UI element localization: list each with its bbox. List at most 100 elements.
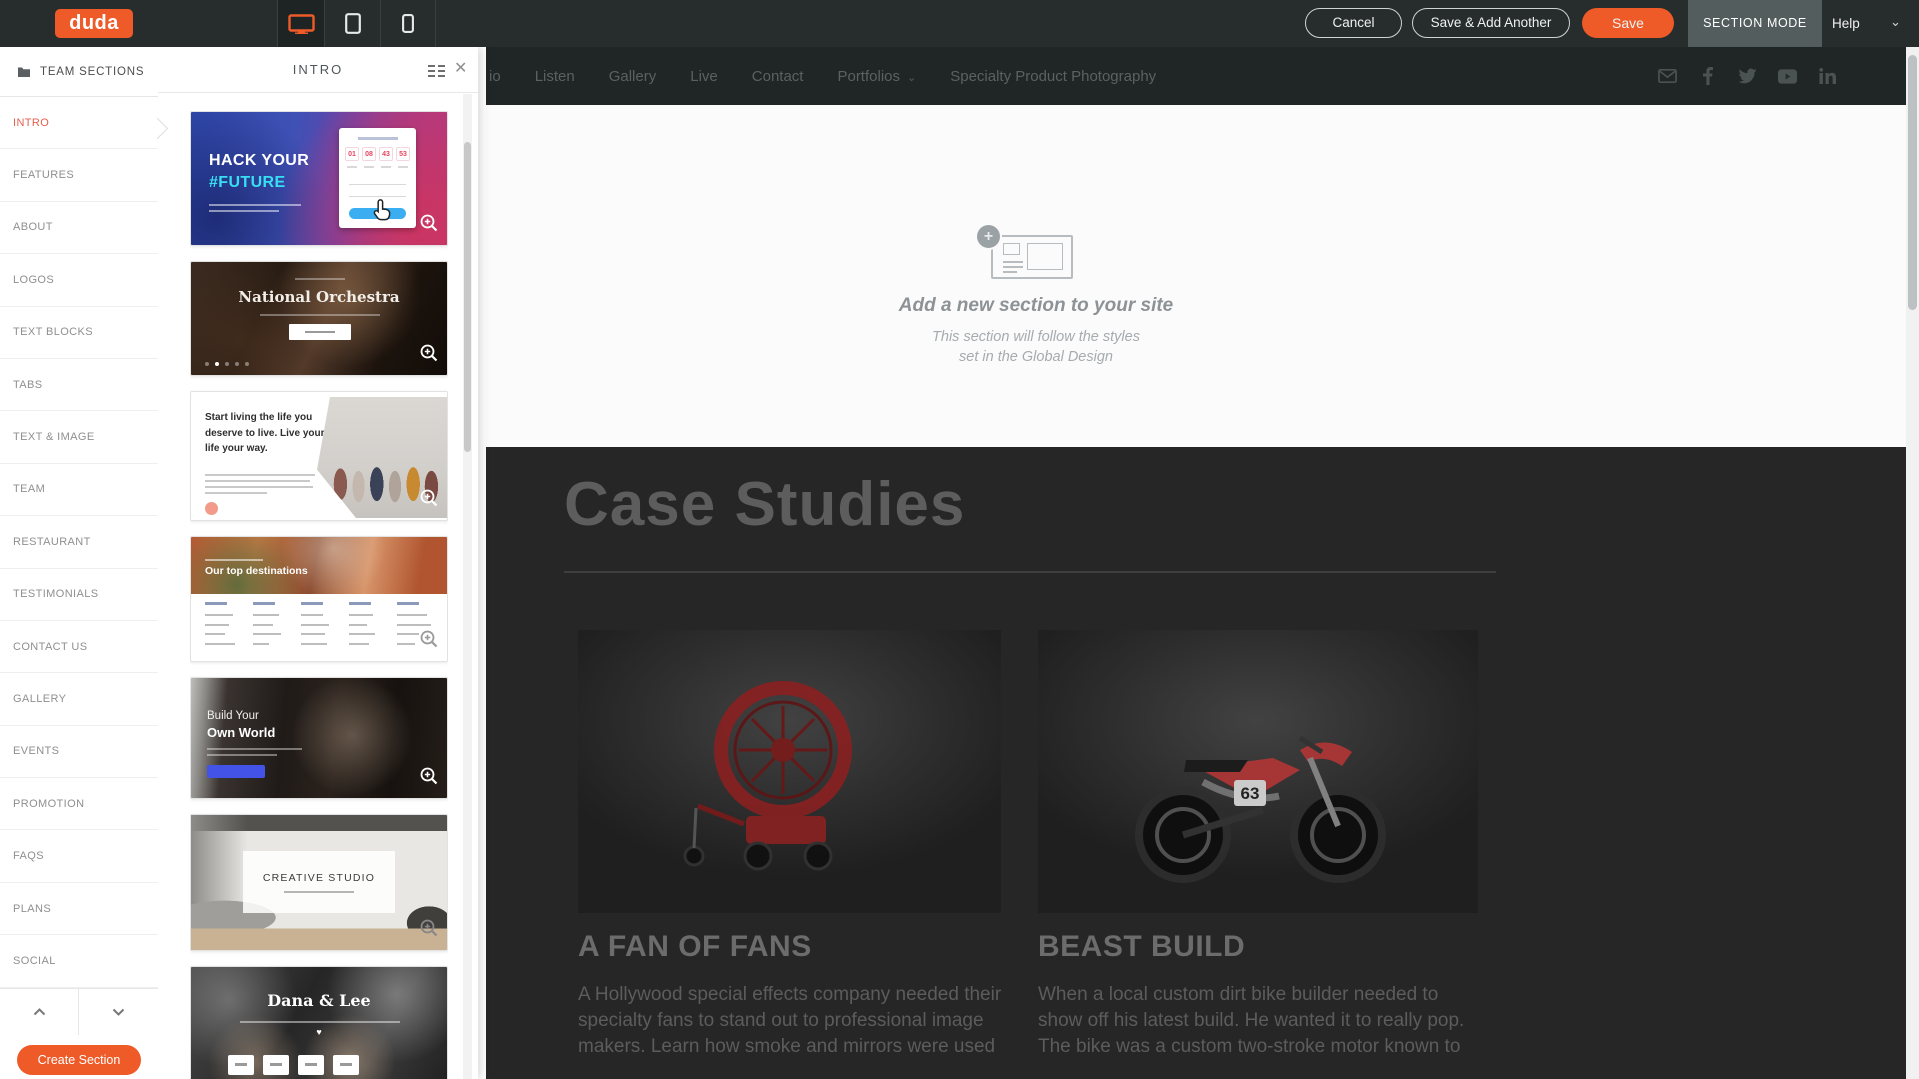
nav-item-portfolios[interactable]: Portfolios⌄ xyxy=(837,68,916,85)
template-thumb-hack-your-future[interactable]: HACK YOUR #FUTURE 01084353 xyxy=(190,111,448,246)
sidebar-item-tabs[interactable]: TABS xyxy=(0,359,158,411)
sidebar-item-team[interactable]: TEAM xyxy=(0,464,158,516)
template-thumb-start-living[interactable]: Start living the life you deserve to liv… xyxy=(190,391,448,521)
sidebar-item-events[interactable]: EVENTS xyxy=(0,726,158,778)
nav-item-io[interactable]: io xyxy=(489,68,501,85)
list-view-icon[interactable] xyxy=(428,64,445,82)
divider xyxy=(564,571,1496,573)
nav-item-listen[interactable]: Listen xyxy=(535,68,575,85)
email-icon[interactable] xyxy=(1658,67,1677,86)
close-icon[interactable]: ✕ xyxy=(454,47,467,91)
folder-icon xyxy=(17,66,31,78)
case-study-heading: A FAN OF FANS xyxy=(578,930,812,964)
linkedin-icon[interactable] xyxy=(1818,67,1837,86)
zoom-preview-icon[interactable] xyxy=(419,213,439,238)
tablet-preview-button[interactable] xyxy=(324,0,380,47)
nav-item-live[interactable]: Live xyxy=(690,68,718,85)
plus-icon: + xyxy=(975,223,1002,250)
site-nav-items: io Listen Gallery Live Contact Portfolios⌄ Spe… xyxy=(489,47,1156,105)
tablet-icon xyxy=(345,13,361,34)
form-field xyxy=(349,196,406,197)
scroll-down-button[interactable] xyxy=(79,989,158,1035)
nav-item-gallery[interactable]: Gallery xyxy=(609,68,657,85)
sidebar-item-text-blocks[interactable]: TEXT BLOCKS xyxy=(0,307,158,359)
template-list: HACK YOUR #FUTURE 01084353 xyxy=(190,111,448,1079)
carousel-dots xyxy=(205,362,249,366)
sidebar-item-intro[interactable]: INTRO xyxy=(0,97,158,149)
overlay-box: CREATIVE STUDIO xyxy=(243,851,395,913)
sidebar-item-features[interactable]: FEATURES xyxy=(0,149,158,201)
thumb-title: Dana & Lee xyxy=(191,991,447,1010)
sidebar-item-text-image[interactable]: TEXT & IMAGE xyxy=(0,411,158,463)
zoom-preview-icon[interactable] xyxy=(419,629,439,654)
nav-item-specialty-product-photography[interactable]: Specialty Product Photography xyxy=(950,68,1156,85)
main-scrollbar[interactable] xyxy=(1906,47,1919,1079)
desktop-preview-button[interactable] xyxy=(277,0,324,47)
panel-scrollbar-thumb[interactable] xyxy=(464,142,471,452)
heart-icon: ♥ xyxy=(191,1027,447,1037)
add-section-subtitle-2: set in the Global Design xyxy=(486,349,1586,365)
chevron-down-icon: ⌄ xyxy=(907,72,916,84)
cancel-button[interactable]: Cancel xyxy=(1305,8,1402,38)
sidebar-item-contact-us[interactable]: CONTACT US xyxy=(0,621,158,673)
sidebar-item-about[interactable]: ABOUT xyxy=(0,202,158,254)
template-thumb-build-your-own-world[interactable]: Build Your Own World xyxy=(190,677,448,799)
countdown-boxes xyxy=(228,1055,359,1075)
save-button[interactable]: Save xyxy=(1582,8,1674,38)
sidebar-item-gallery[interactable]: GALLERY xyxy=(0,673,158,725)
sidebar-item-plans[interactable]: PLANS xyxy=(0,883,158,935)
thumb-button xyxy=(207,765,265,778)
countdown-boxes: 01084353 xyxy=(345,147,410,161)
twitter-icon[interactable] xyxy=(1738,67,1757,86)
cursor-hand-icon xyxy=(369,198,393,229)
add-section-area[interactable]: + Add a new section to your site This se… xyxy=(486,105,1906,447)
add-section-title: Add a new section to your site xyxy=(486,295,1586,317)
site-nav-social xyxy=(1658,47,1837,105)
main-scrollbar-thumb[interactable] xyxy=(1908,55,1917,310)
mobile-icon xyxy=(402,14,414,33)
nav-item-contact[interactable]: Contact xyxy=(752,68,804,85)
link-column xyxy=(349,602,387,657)
chevron-down-icon[interactable]: ⌄ xyxy=(1890,0,1901,47)
sidebar-header-label: TEAM SECTIONS xyxy=(40,66,144,78)
site-nav-bar: io Listen Gallery Live Contact Portfolios⌄ Spe… xyxy=(486,47,1906,105)
template-thumb-top-destinations[interactable]: Our top destinations xyxy=(190,536,448,662)
device-switcher xyxy=(277,0,436,47)
panel-scrollbar[interactable] xyxy=(463,94,472,1079)
template-thumb-creative-studio[interactable]: CREATIVE STUDIO xyxy=(190,814,448,951)
scroll-up-button[interactable] xyxy=(0,989,79,1035)
thumb-title-line: Build Your xyxy=(207,710,259,722)
sidebar-item-testimonials[interactable]: TESTIMONIALS xyxy=(0,569,158,621)
sidebar-item-restaurant[interactable]: RESTAURANT xyxy=(0,516,158,568)
zoom-preview-icon[interactable] xyxy=(419,918,439,943)
add-section-icon: + xyxy=(975,223,1085,283)
save-and-add-another-button[interactable]: Save & Add Another xyxy=(1412,8,1570,38)
zoom-preview-icon[interactable] xyxy=(419,343,439,368)
sidebar-item-faqs[interactable]: FAQS xyxy=(0,830,158,882)
dirt-bike-illustration: 63 xyxy=(1139,738,1382,879)
sidebar-item-social[interactable]: SOCIAL xyxy=(0,935,158,987)
sidebar-items: INTROFEATURESABOUTLOGOSTEXT BLOCKSTABSTE… xyxy=(0,97,158,988)
sidebar-pager xyxy=(0,988,158,1034)
duda-logo[interactable]: duda xyxy=(55,9,133,38)
bike-number-plate: 63 xyxy=(1241,784,1260,803)
create-section-button[interactable]: Create Section xyxy=(17,1045,141,1075)
case-studies-section: Case Studies xyxy=(486,447,1906,1079)
facebook-icon[interactable] xyxy=(1698,67,1717,86)
youtube-icon[interactable] xyxy=(1778,67,1797,86)
template-thumb-dana-and-lee[interactable]: Dana & Lee ♥ xyxy=(190,966,448,1079)
sidebar: TEAM SECTIONS INTROFEATURESABOUTLOGOSTEX… xyxy=(0,47,158,1079)
fan-cart-illustration xyxy=(685,688,845,869)
thumb-title-line: HACK YOUR xyxy=(209,152,309,170)
zoom-preview-icon[interactable] xyxy=(419,766,439,791)
thumb-title: CREATIVE STUDIO xyxy=(243,872,395,884)
screen: io Listen Gallery Live Contact Portfolios⌄ Spe… xyxy=(0,0,1919,1079)
thumb-title: Our top destinations xyxy=(205,565,308,577)
mobile-preview-button[interactable] xyxy=(380,0,436,47)
sidebar-item-logos[interactable]: LOGOS xyxy=(0,254,158,306)
countdown-number: 43 xyxy=(379,147,393,161)
sidebar-item-promotion[interactable]: PROMOTION xyxy=(0,778,158,830)
template-thumb-national-orchestra[interactable]: National Orchestra xyxy=(190,261,448,376)
zoom-preview-icon[interactable] xyxy=(419,488,439,513)
help-menu[interactable]: Help xyxy=(1832,0,1860,47)
